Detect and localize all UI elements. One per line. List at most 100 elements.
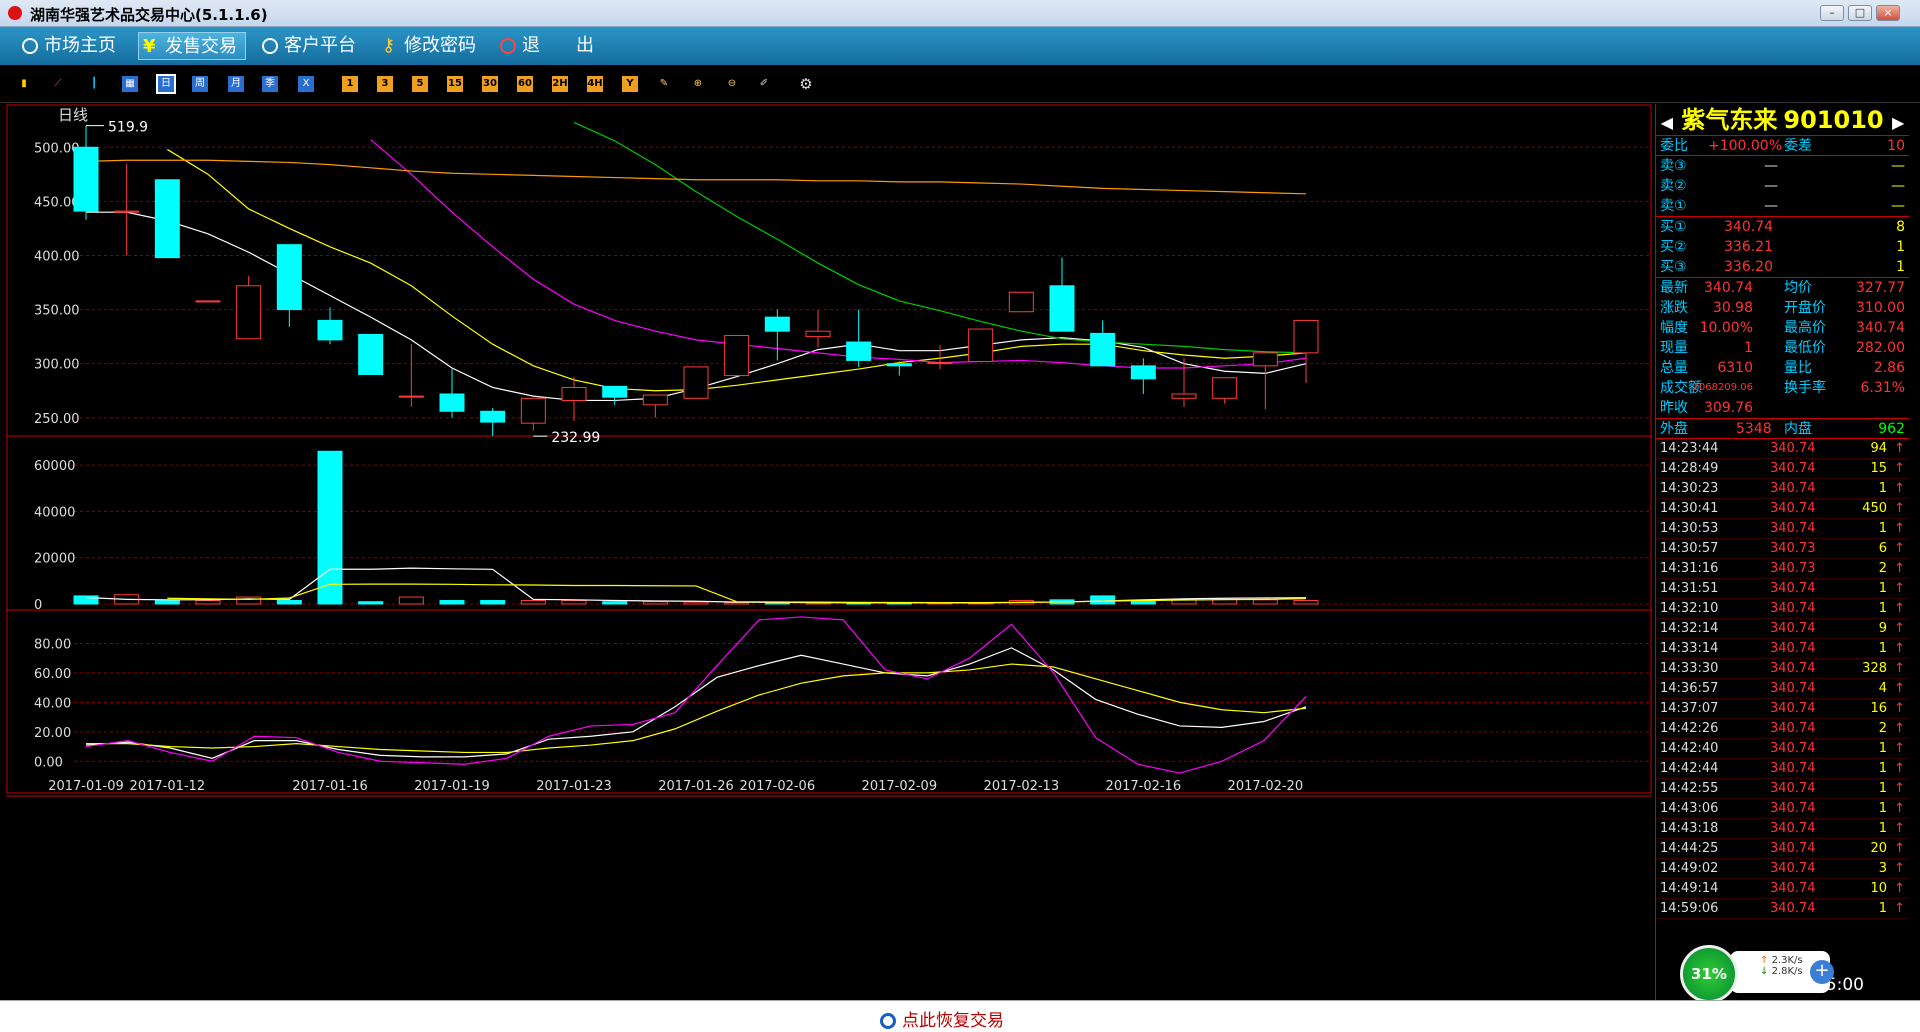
sell-level-label: 卖③ [1660, 158, 1687, 174]
zoom-out-icon[interactable]: ⊖ [724, 76, 740, 92]
tick-up-arrow-icon: ↑ [1894, 581, 1905, 596]
tick-time: 14:43:18 [1660, 821, 1719, 836]
tick-time: 14:59:06 [1660, 901, 1719, 916]
tick-row: 14:42:55 340.74 1 ↑ [1656, 779, 1909, 799]
candle-chart-icon[interactable]: ┃ [86, 76, 102, 92]
menu-bar: 市场主页 ¥ 发售交易 客户平台 ⚷ 修改密码 退 出 [0, 27, 1920, 65]
kline-chart[interactable]: 500.00 450.00 400.00 350.00 300.00 250.00 6000… [6, 104, 1652, 996]
line-chart-icon[interactable]: ⟋ [50, 76, 66, 92]
menu-client-platform[interactable]: 客户平台 [258, 32, 356, 60]
prev-stock-arrow-icon[interactable]: ◀ [1661, 113, 1673, 132]
calendar-icon[interactable]: ▦ [122, 76, 138, 92]
tick-price: 340.74 [1770, 761, 1816, 776]
speed-expand-icon[interactable]: + [1810, 960, 1834, 984]
tick-row: 14:42:44 340.74 1 ↑ [1656, 759, 1909, 779]
minute-60-button[interactable]: 60 [517, 76, 533, 92]
candle-body [1090, 332, 1116, 367]
quote-stats: 最新 340.74 均价 327.77 涨跌 30.98 开盘价 310.00 幅度 10.00%… [1656, 278, 1909, 419]
buy-volume: 8 [1896, 219, 1905, 235]
tick-price: 340.74 [1770, 641, 1816, 656]
candle-body [276, 244, 302, 311]
stat-label: 幅度 [1660, 320, 1688, 336]
tick-price: 340.74 [1770, 621, 1816, 636]
minute-5-button[interactable]: 5 [412, 76, 428, 92]
hour-4-button[interactable]: 4H [587, 76, 603, 92]
close-button[interactable]: × [1876, 5, 1900, 21]
tick-row: 14:49:14 340.74 10 ↑ [1656, 879, 1909, 899]
tick-price: 340.74 [1770, 721, 1816, 736]
menu-issue-trade[interactable]: ¥ 发售交易 [138, 32, 246, 60]
period-quarter-button[interactable]: 季 [262, 76, 278, 92]
tick-price: 340.74 [1770, 661, 1816, 676]
tick-row: 14:30:41 340.74 450 ↑ [1656, 499, 1909, 519]
period-custom-button[interactable]: X [298, 76, 314, 92]
period-month-button[interactable]: 月 [228, 76, 244, 92]
tick-up-arrow-icon: ↑ [1894, 861, 1905, 876]
buy-price: 336.20 [1724, 259, 1773, 275]
tick-time: 14:42:44 [1660, 761, 1719, 776]
toolbar: ▮ ⟋ ┃ ▦ 日 周 月 季 X 1 3 5 15 30 60 2H 4H Y… [0, 65, 1920, 103]
draw-tool-icon[interactable]: ✎ [656, 76, 672, 92]
pen-icon[interactable]: ✐ [756, 76, 772, 92]
tick-row: 14:23:44 340.74 94 ↑ [1656, 439, 1909, 459]
candle-body [968, 328, 994, 363]
sell-price: — [1764, 158, 1778, 174]
menu-change-password[interactable]: ⚷ 修改密码 [378, 32, 476, 60]
minute-3-button[interactable]: 3 [377, 76, 393, 92]
hour-2-button[interactable]: 2H [552, 76, 568, 92]
menu-exit[interactable]: 退 出 [496, 32, 594, 60]
minimize-button[interactable]: – [1820, 5, 1844, 21]
stat-row: 幅度 10.00% 最高价 340.74 [1656, 318, 1909, 338]
restore-icon [880, 1013, 896, 1029]
tick-up-arrow-icon: ↑ [1894, 521, 1905, 536]
tick-volume: 9 [1878, 621, 1887, 636]
tick-price: 340.74 [1770, 681, 1816, 696]
candle-body [520, 397, 546, 424]
tick-price: 340.74 [1770, 441, 1816, 456]
volume-bar [154, 600, 180, 605]
tick-up-arrow-icon: ↑ [1894, 781, 1905, 796]
tick-time: 14:32:10 [1660, 601, 1719, 616]
tick-up-arrow-icon: ↑ [1894, 601, 1905, 616]
menu-label: 客户平台 [284, 35, 356, 56]
tick-up-arrow-icon: ↑ [1894, 681, 1905, 696]
menu-label: 发售交易 [165, 36, 237, 57]
stat-label: 最低价 [1784, 340, 1826, 356]
next-stock-arrow-icon[interactable]: ▶ [1892, 113, 1904, 132]
stat-row: 成交额 2068209.06 换手率 6.31% [1656, 378, 1909, 398]
volume-bar [276, 600, 302, 605]
tick-up-arrow-icon: ↑ [1894, 481, 1905, 496]
tick-price: 340.74 [1770, 881, 1816, 896]
tick-up-arrow-icon: ↑ [1894, 541, 1905, 556]
maximize-button[interactable]: □ [1848, 5, 1872, 21]
price-tick-label: 500.00 [34, 141, 80, 156]
period-week-button[interactable]: 周 [192, 76, 208, 92]
menu-label: 退 出 [522, 35, 594, 56]
bar-chart-icon[interactable]: ▮ [16, 76, 32, 92]
stat-label: 总量 [1660, 360, 1688, 376]
zoom-in-icon[interactable]: ⊕ [690, 76, 706, 92]
power-icon [500, 38, 516, 54]
period-day-button[interactable]: 日 [156, 74, 176, 94]
candle-body [683, 366, 709, 399]
candle-body [602, 385, 628, 398]
tick-volume: 20 [1870, 841, 1887, 856]
tick-price: 340.73 [1770, 561, 1816, 576]
settings-gear-icon[interactable]: ⚙ [798, 76, 814, 92]
volume-bar [317, 450, 343, 605]
minute-30-button[interactable]: 30 [482, 76, 498, 92]
volume-bar [1090, 595, 1116, 605]
minute-1-button[interactable]: 1 [342, 76, 358, 92]
volume-bar [398, 596, 424, 605]
platform-icon [262, 38, 278, 54]
candle-body [1049, 285, 1075, 332]
speed-percent-circle[interactable]: 31% [1680, 945, 1738, 1003]
menu-market-home[interactable]: 市场主页 [18, 32, 116, 60]
year-button[interactable]: Y [622, 76, 638, 92]
tick-row: 14:33:14 340.74 1 ↑ [1656, 639, 1909, 659]
restore-trade-link[interactable]: 点此恢复交易 [880, 1006, 1004, 1031]
date-tick-label: 2017-01-26 [658, 779, 734, 794]
weicha-label: 委差 [1784, 138, 1812, 154]
tick-row: 14:30:23 340.74 1 ↑ [1656, 479, 1909, 499]
minute-15-button[interactable]: 15 [447, 76, 463, 92]
